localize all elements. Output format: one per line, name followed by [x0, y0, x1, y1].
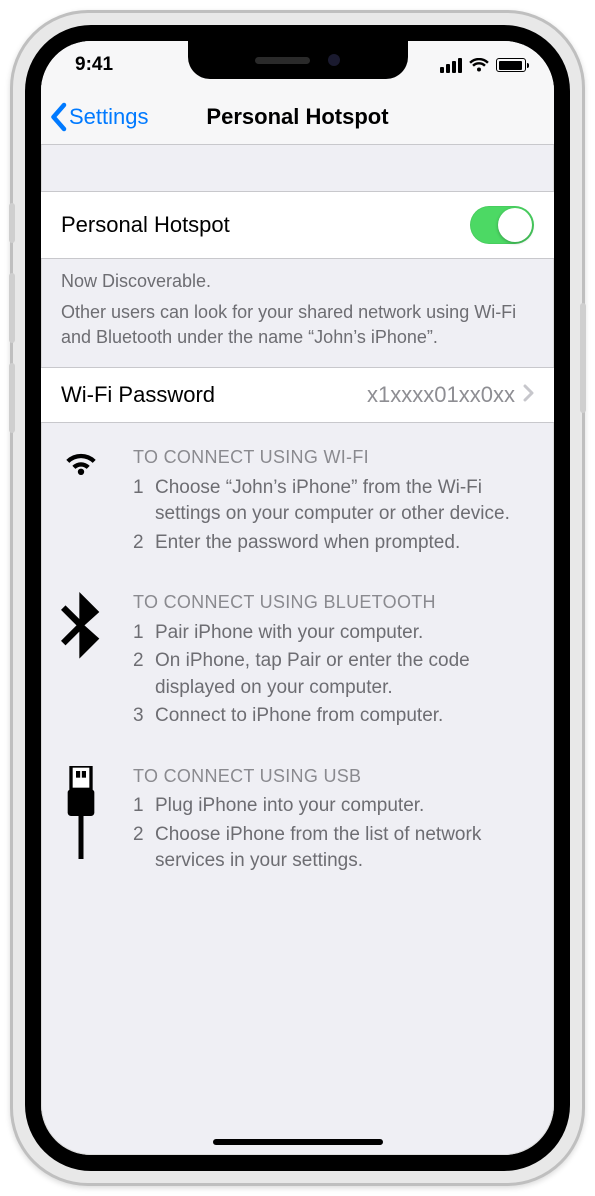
discoverable-line2: Other users can look for your shared net… — [61, 300, 534, 350]
volume-down-button — [9, 363, 15, 433]
hotspot-toggle-switch[interactable] — [470, 206, 534, 244]
home-indicator[interactable] — [213, 1139, 383, 1145]
bezel: 9:41 Settings Personal Hotspot — [25, 25, 570, 1171]
speaker-grille — [255, 57, 310, 64]
wifi-password-value: x1xxxx01xx0xx — [367, 382, 515, 408]
screen: 9:41 Settings Personal Hotspot — [41, 41, 554, 1155]
instruction-wifi-steps: 1Choose “John’s iPhone” from the Wi-Fi s… — [133, 475, 534, 557]
chevron-right-icon — [523, 382, 534, 408]
usb-icon — [61, 764, 107, 875]
cellular-signal-icon — [440, 58, 462, 73]
instruction-bluetooth-steps: 1Pair iPhone with your computer. 2On iPh… — [133, 620, 534, 730]
instruction-wifi-step-1: Choose “John’s iPhone” from the Wi-Fi se… — [155, 475, 534, 528]
battery-icon — [496, 58, 526, 72]
wifi-icon — [61, 445, 107, 556]
instruction-bluetooth: To Connect Using Bluetooth 1Pair iPhone … — [61, 590, 534, 730]
discoverable-line1: Now Discoverable. — [61, 269, 534, 294]
phone-frame: 9:41 Settings Personal Hotspot — [10, 10, 585, 1186]
hotspot-toggle-cell[interactable]: Personal Hotspot — [41, 191, 554, 259]
status-time: 9:41 — [75, 54, 113, 76]
instruction-usb-step-1: Plug iPhone into your computer. — [155, 793, 424, 820]
volume-up-button — [9, 273, 15, 343]
instruction-bluetooth-step-3: Connect to iPhone from computer. — [155, 703, 443, 730]
instruction-usb-step-2: Choose iPhone from the list of network s… — [155, 822, 534, 875]
power-button — [580, 303, 586, 413]
instruction-usb: To Connect Using USB 1Plug iPhone into y… — [61, 764, 534, 875]
instruction-usb-title: To Connect Using USB — [133, 764, 534, 789]
mute-switch — [9, 203, 15, 243]
instruction-bluetooth-step-2: On iPhone, tap Pair or enter the code di… — [155, 648, 534, 701]
bluetooth-icon — [61, 590, 107, 730]
notch — [188, 41, 408, 79]
chevron-left-icon — [49, 102, 67, 132]
instruction-wifi-step-2: Enter the password when prompted. — [155, 530, 460, 557]
instruction-wifi: To Connect Using Wi-Fi 1Choose “John’s i… — [61, 445, 534, 556]
instructions: To Connect Using Wi-Fi 1Choose “John’s i… — [41, 423, 554, 875]
back-label: Settings — [69, 104, 149, 130]
back-button[interactable]: Settings — [49, 89, 149, 144]
discoverable-footer: Now Discoverable. Other users can look f… — [41, 259, 554, 367]
spacer — [41, 145, 554, 191]
wifi-icon — [469, 58, 489, 73]
instruction-wifi-title: To Connect Using Wi-Fi — [133, 445, 534, 470]
status-icons — [440, 58, 526, 73]
hotspot-toggle-label: Personal Hotspot — [61, 212, 230, 238]
front-camera — [328, 54, 340, 66]
wifi-password-label: Wi-Fi Password — [61, 382, 215, 408]
instruction-bluetooth-step-1: Pair iPhone with your computer. — [155, 620, 423, 647]
wifi-password-cell[interactable]: Wi-Fi Password x1xxxx01xx0xx — [41, 367, 554, 423]
instruction-bluetooth-title: To Connect Using Bluetooth — [133, 590, 534, 615]
instruction-usb-steps: 1Plug iPhone into your computer. 2Choose… — [133, 793, 534, 875]
page-title: Personal Hotspot — [206, 104, 388, 130]
nav-bar: Settings Personal Hotspot — [41, 89, 554, 145]
